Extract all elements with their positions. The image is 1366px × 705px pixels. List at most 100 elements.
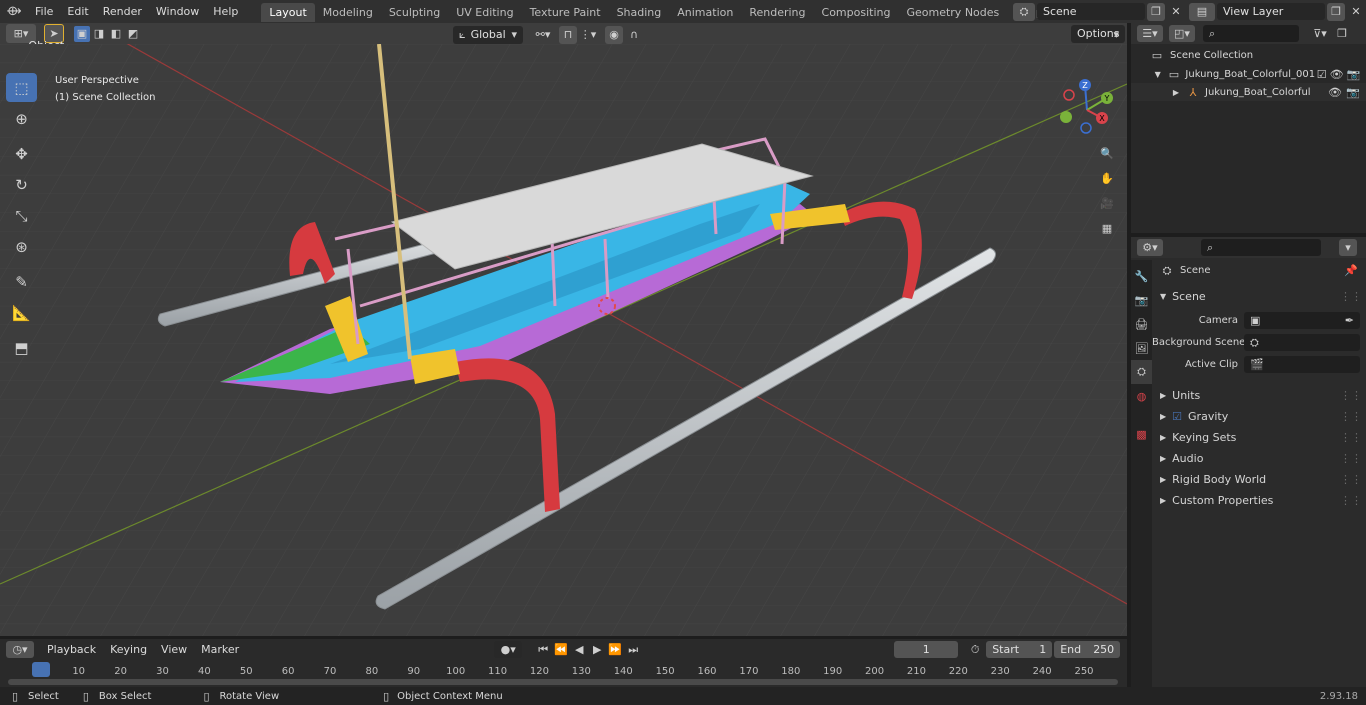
outliner-item-collection[interactable]: ▼ ▭ Jukung_Boat_Colorful_001 ☑ 👁 📷	[1131, 65, 1366, 83]
cursor-tool[interactable]: ⊕	[6, 104, 37, 133]
expand-down-icon[interactable]: ▼	[1153, 70, 1162, 79]
pan-hand-icon[interactable]: ✋	[1096, 167, 1118, 189]
exclude-checkbox-icon[interactable]: ☑	[1315, 68, 1328, 81]
viewport-scene[interactable]	[0, 44, 1127, 636]
transform-icon: ⊛	[15, 237, 28, 256]
filter-icon[interactable]: ⊽▾	[1307, 27, 1333, 40]
output-tab-icon[interactable]: 🖨	[1131, 312, 1152, 336]
options-button[interactable]: Options ▾	[1071, 25, 1126, 43]
tab-compositing[interactable]: Compositing	[814, 3, 899, 22]
timeline-scrollbar[interactable]	[8, 679, 1118, 685]
section-custom-properties[interactable]: ▶ Custom Properties ⋮⋮	[1152, 490, 1366, 511]
tab-rendering[interactable]: Rendering	[741, 3, 813, 22]
pivot-point-icon[interactable]: ⚯▾	[529, 26, 557, 44]
world-tab-icon[interactable]: ◍	[1131, 384, 1152, 408]
section-keying-sets[interactable]: ▶ Keying Sets ⋮⋮	[1152, 427, 1366, 448]
camera-field[interactable]: ▣ ✒	[1244, 312, 1360, 329]
3d-viewport[interactable]: User Perspective (1) Scene Collection ⬚ …	[0, 44, 1127, 636]
section-rigid-body-world[interactable]: ▶ Rigid Body World ⋮⋮	[1152, 469, 1366, 490]
delete-scene-icon[interactable]: ✕	[1167, 3, 1185, 21]
tab-layout[interactable]: Layout	[261, 3, 315, 22]
frame-tick-label: 190	[823, 666, 843, 677]
section-audio[interactable]: ▶ Audio ⋮⋮	[1152, 448, 1366, 469]
menu-render[interactable]: Render	[96, 0, 149, 23]
menu-edit[interactable]: Edit	[60, 0, 95, 23]
display-mode-icon[interactable]: ◰▾	[1169, 25, 1195, 42]
pin-icon[interactable]: 📌	[1344, 260, 1358, 281]
tab-modeling[interactable]: Modeling	[315, 3, 381, 22]
eyedropper-icon[interactable]: ✒	[1345, 312, 1354, 329]
view-layer-selector[interactable]: ▤ View Layer ❐ ✕	[1189, 2, 1365, 21]
proportional-edit-icon[interactable]: ◉	[605, 25, 623, 44]
scene-selector[interactable]: ⛭ Scene ❐ ✕	[1013, 2, 1185, 21]
menu-file[interactable]: File	[28, 0, 60, 23]
drag-handle-icon[interactable]: ⋮⋮	[1340, 406, 1362, 427]
camera-render-icon[interactable]: 📷	[1345, 68, 1362, 81]
scene-name-field[interactable]: Scene	[1037, 3, 1145, 20]
drag-handle-icon[interactable]: ⋮⋮	[1340, 427, 1362, 448]
tab-shading[interactable]: Shading	[609, 3, 670, 22]
section-gravity[interactable]: ▶ ☑ Gravity ⋮⋮	[1152, 406, 1366, 427]
rotate-tool[interactable]: ↻	[6, 170, 37, 199]
tool-tab-icon[interactable]: 🔧	[1131, 264, 1152, 288]
drag-handle-icon[interactable]: ⋮⋮	[1340, 490, 1362, 511]
menu-window[interactable]: Window	[149, 0, 206, 23]
drag-handle-icon[interactable]: ⋮⋮	[1340, 448, 1362, 469]
active-clip-field[interactable]: 🎬	[1244, 356, 1360, 373]
menu-help[interactable]: Help	[206, 0, 245, 23]
expand-right-icon[interactable]: ▶	[1171, 88, 1181, 97]
tab-animation[interactable]: Animation	[669, 3, 741, 22]
new-view-layer-icon[interactable]: ❐	[1327, 2, 1345, 21]
tab-uv-editing[interactable]: UV Editing	[448, 3, 521, 22]
camera-render-icon[interactable]: 📷	[1344, 86, 1362, 99]
drag-handle-icon[interactable]: ⋮⋮	[1340, 286, 1362, 307]
view-layer-tab-icon[interactable]: 🖼	[1131, 336, 1152, 360]
transform-tool[interactable]: ⊛	[6, 232, 37, 261]
gravity-checkbox[interactable]: ☑	[1172, 406, 1182, 427]
scale-tool[interactable]: ⤡	[6, 201, 37, 230]
properties-search-input[interactable]: ⌕	[1201, 239, 1321, 256]
drag-handle-icon[interactable]: ⋮⋮	[1340, 469, 1362, 490]
zoom-icon[interactable]: 🔍	[1096, 142, 1118, 164]
outliner-editor-type-icon[interactable]: ☰▾	[1137, 25, 1163, 42]
timeline-current-frame-marker[interactable]	[32, 662, 50, 677]
texture-tab-icon[interactable]: ▩	[1131, 422, 1152, 446]
move-tool[interactable]: ✥	[6, 139, 37, 168]
scene-panel-header[interactable]: ▼ Scene ⋮⋮	[1152, 286, 1366, 307]
ortho-grid-icon[interactable]: ▦	[1096, 217, 1118, 239]
snap-target-icon[interactable]: ⋮▾	[577, 26, 599, 44]
properties-options-icon[interactable]: ▾	[1339, 239, 1357, 256]
tab-texture-paint[interactable]: Texture Paint	[522, 3, 609, 22]
new-scene-icon[interactable]: ❐	[1147, 2, 1165, 21]
outliner-search-input[interactable]: ⌕	[1203, 25, 1299, 42]
scene-tab-icon[interactable]: ⛭	[1131, 360, 1152, 384]
outliner-root[interactable]: ▭ Scene Collection	[1131, 45, 1366, 65]
annotate-tool[interactable]: ✎	[6, 267, 37, 296]
render-tab-icon[interactable]: 📷	[1131, 288, 1152, 312]
transform-orientation-dropdown[interactable]: ⟀ Global ▾	[453, 25, 523, 44]
eye-icon[interactable]: 👁	[1328, 68, 1345, 81]
measure-tool[interactable]: 📐	[6, 298, 37, 327]
section-units[interactable]: ▶ Units ⋮⋮	[1152, 385, 1366, 406]
scene-panel-label: Scene	[1172, 290, 1206, 303]
select-mode-subtract-icon[interactable]: ◧	[108, 26, 124, 42]
proportional-falloff-icon[interactable]: ∩	[623, 26, 645, 44]
select-mode-intersect-icon[interactable]: ◩	[125, 26, 141, 42]
background-scene-field[interactable]: ⛭	[1244, 334, 1360, 351]
tab-geometry-nodes[interactable]: Geometry Nodes	[898, 3, 1007, 22]
view-layer-name-field[interactable]: View Layer	[1217, 3, 1325, 20]
properties-editor-type-icon[interactable]: ⚙▾	[1137, 239, 1163, 256]
camera-view-icon[interactable]: 🎥	[1096, 192, 1118, 214]
outliner-item-object[interactable]: ▶ ⅄ Jukung_Boat_Colorful 👁 📷	[1131, 83, 1366, 101]
delete-view-layer-icon[interactable]: ✕	[1347, 3, 1365, 21]
drag-handle-icon[interactable]: ⋮⋮	[1340, 385, 1362, 406]
snap-icon[interactable]: ⊓	[559, 25, 577, 44]
new-collection-icon[interactable]: ❐	[1333, 27, 1351, 40]
select-box-tool[interactable]: ⬚	[6, 73, 37, 102]
add-cube-tool[interactable]: ⬒	[6, 333, 37, 362]
navigation-gizmo[interactable]: Z Y X	[1052, 75, 1122, 145]
tab-sculpting[interactable]: Sculpting	[381, 3, 448, 22]
blender-logo-icon[interactable]: ⟴	[0, 0, 28, 23]
eye-icon[interactable]: 👁	[1326, 86, 1344, 99]
main-menu: File Edit Render Window Help	[28, 0, 245, 23]
